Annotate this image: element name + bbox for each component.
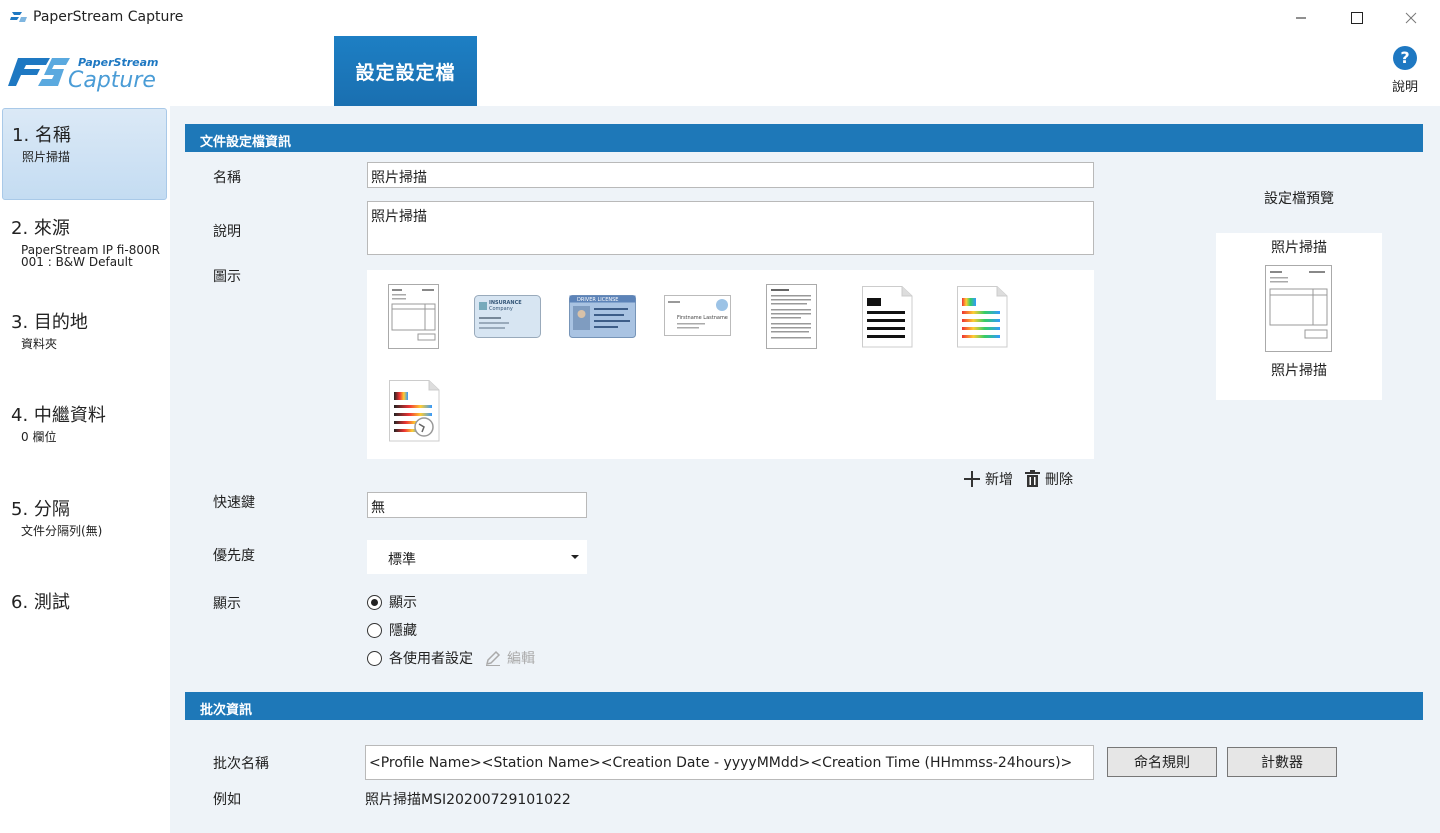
priority-select[interactable]: 標準 <box>367 540 587 574</box>
delete-icon-button[interactable]: 刪除 <box>1024 469 1073 489</box>
close-icon <box>1405 12 1417 24</box>
invoice-document-icon <box>1265 265 1332 352</box>
batch-name-label: 批次名稱 <box>213 756 269 772</box>
description-label: 說明 <box>213 224 241 240</box>
preview-title: 設定檔預覽 <box>1264 191 1334 207</box>
preview-name-bottom: 照片掃描 <box>1271 363 1327 379</box>
display-option-per-user[interactable]: 各使用者設定 編輯 <box>367 648 535 668</box>
sidebar-step-separation[interactable]: 5. 分隔 文件分隔列(無) <box>2 483 167 575</box>
priority-value: 標準 <box>388 552 416 568</box>
delete-label: 刪除 <box>1045 472 1073 488</box>
sidebar-step-name[interactable]: 1. 名稱 照片掃描 <box>2 108 167 200</box>
step-subtitle: 照片掃描 <box>22 150 71 164</box>
title-bar: PaperStream Capture <box>0 0 1440 36</box>
naming-rule-button[interactable]: 命名規則 <box>1107 747 1217 777</box>
radio-button[interactable] <box>367 622 382 638</box>
step-subtitle: 資料夾 <box>21 337 58 351</box>
display-option-show[interactable]: 顯示 <box>367 592 417 612</box>
app-header: PaperStream Capture 設定設定檔 ? 說明 <box>0 36 1440 106</box>
step-title: 2. 來源 <box>11 218 70 239</box>
option-label: 顯示 <box>389 595 417 611</box>
icon-picker: INSURANCE Company DRIVER LICENSE Firstna… <box>367 270 1094 459</box>
svg-text:DRIVER LICENSE: DRIVER LICENSE <box>577 297 618 303</box>
maximize-icon <box>1351 12 1363 24</box>
close-button[interactable] <box>1388 0 1434 36</box>
option-label: 隱藏 <box>389 623 417 639</box>
tab-profile-settings[interactable]: 設定設定檔 <box>334 36 477 106</box>
counter-button[interactable]: 計數器 <box>1227 747 1337 777</box>
display-option-hide[interactable]: 隱藏 <box>367 620 417 640</box>
radio-button-selected[interactable] <box>367 594 382 610</box>
option-label: 各使用者設定 <box>389 651 473 667</box>
profile-preview: 照片掃描 照片掃描 <box>1216 233 1382 400</box>
maximize-button[interactable] <box>1334 0 1380 36</box>
add-label: 新增 <box>985 472 1013 488</box>
display-label: 顯示 <box>213 596 241 612</box>
step-subtitle: 文件分隔列(無) <box>21 524 103 538</box>
app-icon <box>10 12 27 22</box>
chevron-down-icon <box>571 555 579 559</box>
sidebar-step-metadata[interactable]: 4. 中繼資料 0 欄位 <box>2 389 167 481</box>
section-batch-info: 批次資訊 <box>185 692 1423 720</box>
color-document-icon[interactable] <box>957 286 1009 348</box>
svg-text:Firstname Lastname: Firstname Lastname <box>677 315 728 321</box>
example-value: 照片掃描MSI20200729101022 <box>365 792 571 808</box>
edit-button[interactable]: 編輯 <box>485 648 535 668</box>
edit-label: 編輯 <box>507 651 535 667</box>
hotkey-label: 快速鍵 <box>213 495 255 511</box>
icon-label: 圖示 <box>213 269 241 285</box>
radio-button[interactable] <box>367 650 382 666</box>
minimize-button[interactable] <box>1278 0 1324 36</box>
driver-license-icon[interactable]: DRIVER LICENSE <box>569 295 637 339</box>
svg-text:Capture: Capture <box>68 68 156 92</box>
logo-mark-icon: PaperStream Capture <box>8 56 159 93</box>
sidebar-step-test[interactable]: 6. 測試 <box>2 576 167 668</box>
invoice-document-icon[interactable] <box>388 284 440 350</box>
plus-icon <box>964 471 980 487</box>
pencil-icon <box>485 650 501 666</box>
business-card-icon[interactable]: Firstname Lastname <box>664 295 732 337</box>
svg-text:Company: Company <box>489 306 513 312</box>
priority-label: 優先度 <box>213 548 255 564</box>
step-title: 4. 中繼資料 <box>11 405 106 426</box>
description-input[interactable]: 照片掃描 <box>367 201 1094 255</box>
window-title: PaperStream Capture <box>33 9 184 25</box>
paperstream-capture-logo: PaperStream Capture <box>8 52 198 93</box>
sidebar-step-source[interactable]: 2. 來源 PaperStream IP fi-800R 001 : B&W D… <box>2 202 167 294</box>
step-subtitle: 0 欄位 <box>21 430 57 444</box>
step-title: 3. 目的地 <box>11 312 88 333</box>
name-input[interactable]: 照片掃描 <box>367 162 1094 188</box>
minimize-icon <box>1296 17 1306 19</box>
auto-color-document-icon[interactable] <box>389 380 441 444</box>
monochrome-document-icon[interactable] <box>862 286 914 348</box>
wizard-sidebar: 1. 名稱 照片掃描 2. 來源 PaperStream IP fi-800R … <box>0 106 170 833</box>
step-title: 1. 名稱 <box>12 125 71 146</box>
help-icon: ? <box>1393 46 1417 70</box>
hotkey-input[interactable]: 無 <box>367 492 587 518</box>
text-document-icon[interactable] <box>766 284 818 350</box>
section-profile-info: 文件設定檔資訊 <box>185 124 1423 152</box>
name-label: 名稱 <box>213 170 241 186</box>
help-button[interactable]: ? 說明 <box>1388 46 1422 95</box>
help-label: 說明 <box>1391 80 1418 95</box>
step-subtitle-2: 001 : B&W Default <box>21 255 133 269</box>
preview-name-top: 照片掃描 <box>1271 240 1327 256</box>
example-label: 例如 <box>213 792 241 808</box>
sidebar-step-destination[interactable]: 3. 目的地 資料夾 <box>2 296 167 388</box>
step-title: 5. 分隔 <box>11 499 70 520</box>
insurance-card-icon[interactable]: INSURANCE Company <box>474 295 542 339</box>
step-title: 6. 測試 <box>11 592 70 613</box>
trash-icon <box>1025 470 1040 487</box>
add-icon-button[interactable]: 新增 <box>963 469 1013 489</box>
batch-name-input[interactable]: <Profile Name><Station Name><Creation Da… <box>365 745 1094 780</box>
